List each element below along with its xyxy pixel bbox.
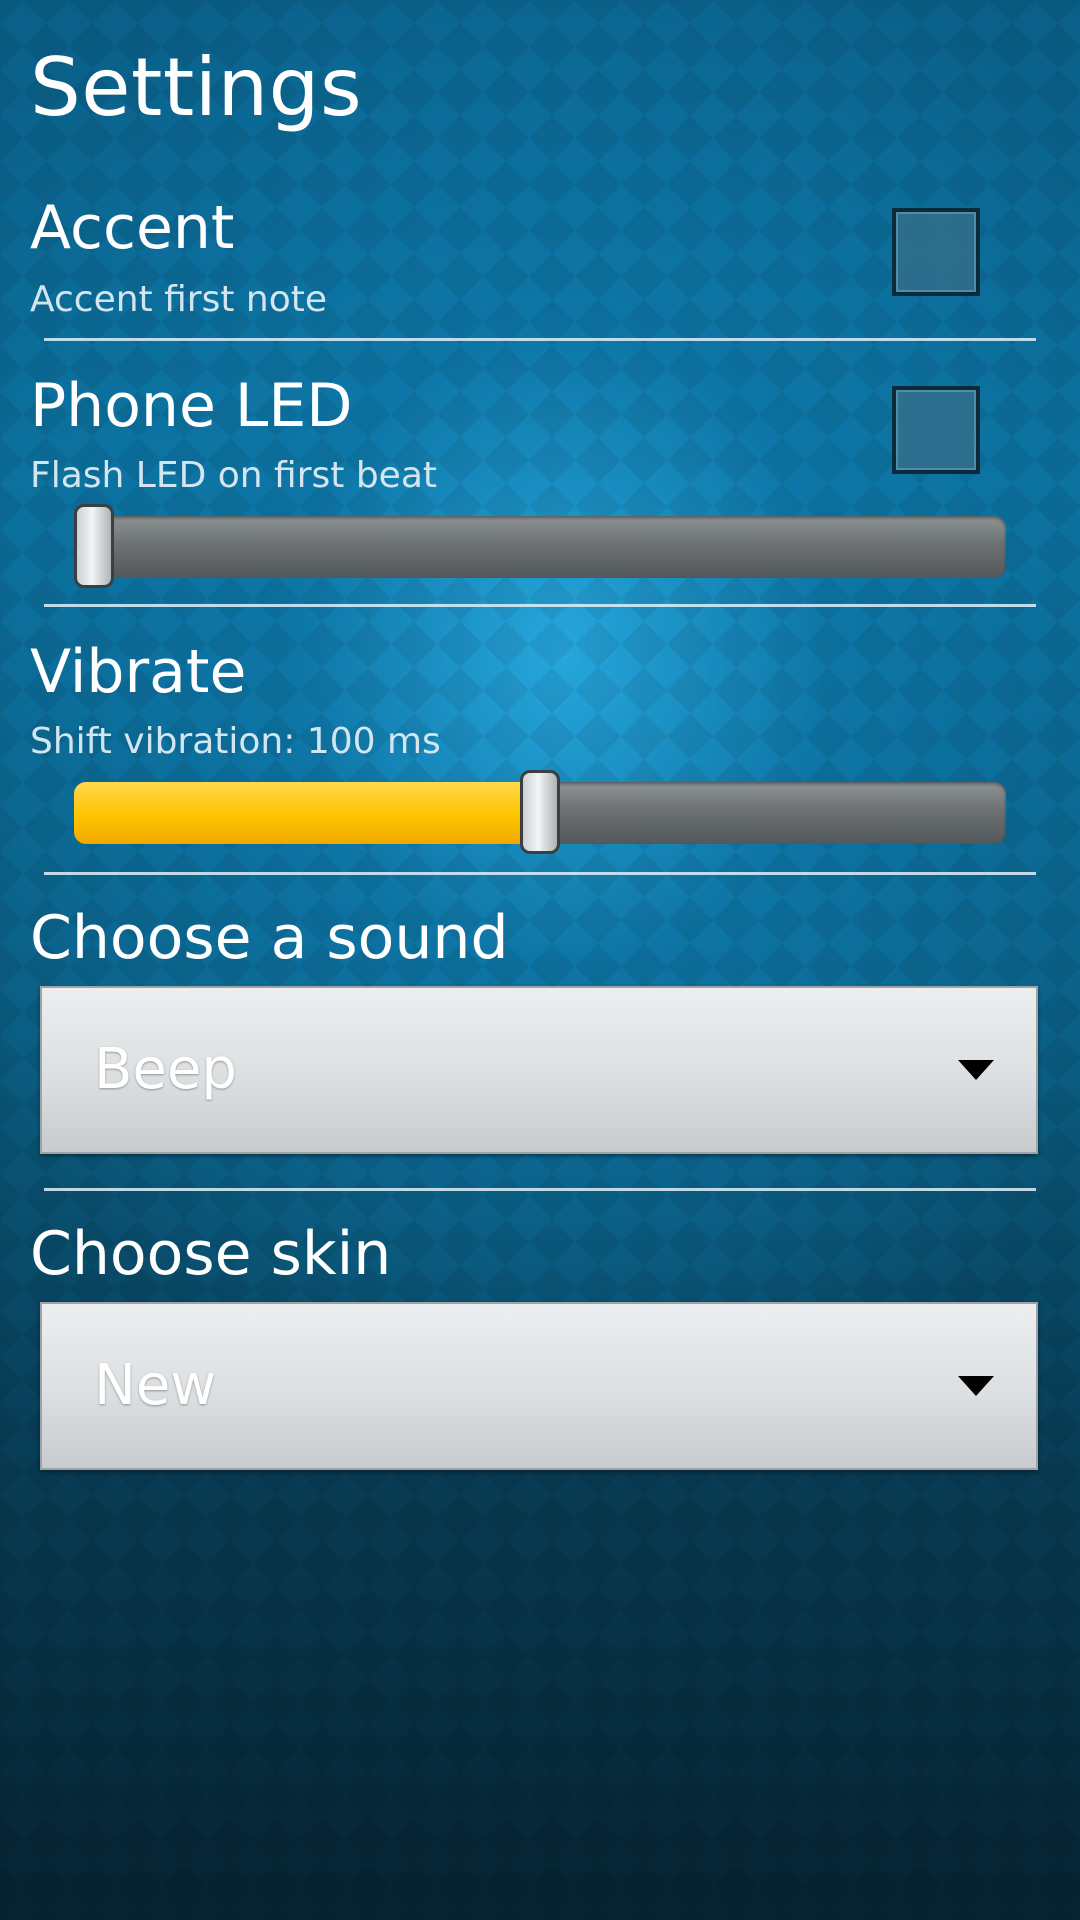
phone-led-slider[interactable]: [74, 504, 1006, 588]
phone-led-checkbox[interactable]: [892, 386, 980, 474]
sound-dropdown-value: Beep: [94, 1037, 237, 1102]
sound-dropdown[interactable]: Beep: [40, 986, 1038, 1154]
choose-skin-title: Choose skin: [30, 1219, 392, 1289]
skin-dropdown-value: New: [94, 1353, 217, 1418]
vibrate-title: Vibrate: [30, 637, 247, 707]
divider: [44, 604, 1036, 607]
vibrate-slider-fill: [74, 782, 540, 844]
vibrate-slider[interactable]: [74, 770, 1006, 854]
divider: [44, 1188, 1036, 1191]
divider: [44, 872, 1036, 875]
choose-sound-title: Choose a sound: [30, 903, 509, 973]
chevron-down-icon: [958, 1376, 994, 1396]
divider: [44, 338, 1036, 341]
slider-track: [74, 516, 1006, 578]
page-title: Settings: [30, 41, 363, 134]
accent-title: Accent: [30, 193, 235, 263]
phone-led-title: Phone LED: [30, 371, 353, 441]
accent-summary: Accent first note: [30, 279, 327, 320]
vibrate-summary: Shift vibration: 100 ms: [30, 721, 441, 762]
phone-led-slider-thumb[interactable]: [74, 504, 114, 588]
accent-checkbox[interactable]: [892, 208, 980, 296]
vibrate-slider-thumb[interactable]: [520, 770, 560, 854]
skin-dropdown[interactable]: New: [40, 1302, 1038, 1470]
chevron-down-icon: [958, 1060, 994, 1080]
phone-led-summary: Flash LED on first beat: [30, 455, 438, 496]
